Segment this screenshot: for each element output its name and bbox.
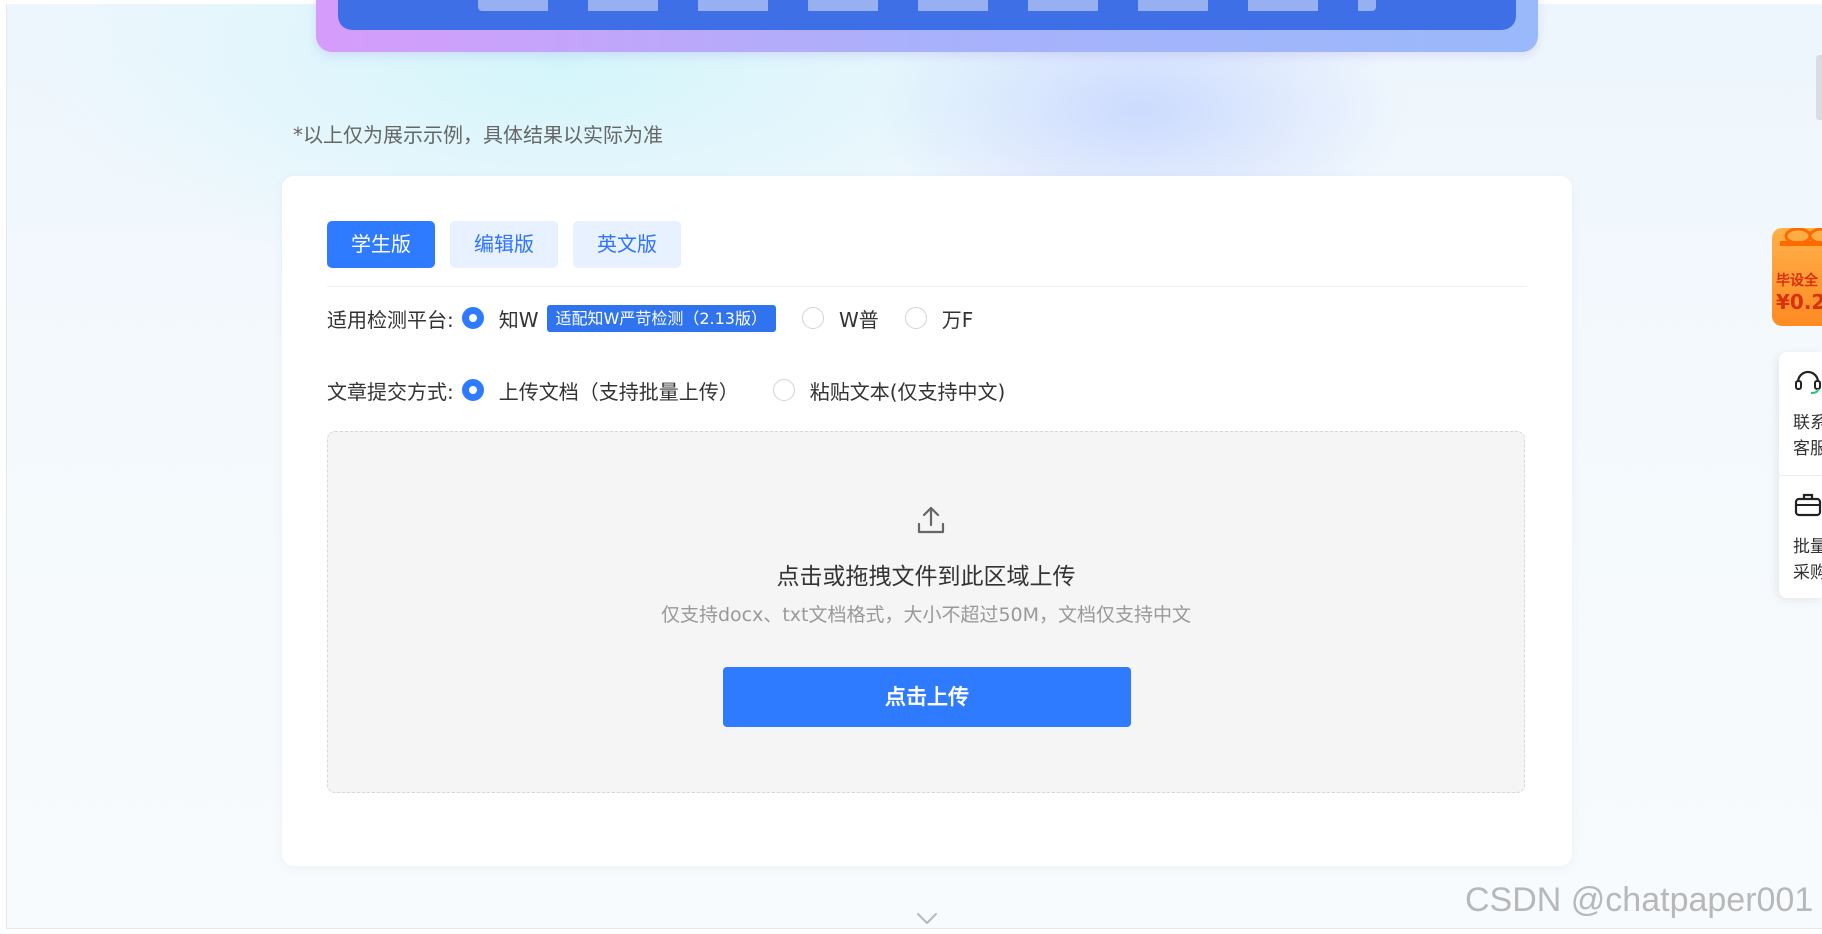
bulk-purchase-label: 批量 采购 [1793, 537, 1822, 583]
platform-option-zhiw[interactable]: 知W [461, 304, 539, 333]
tab-student[interactable]: 学生版 [327, 221, 435, 268]
platform-radio-wanf[interactable] [904, 307, 927, 329]
platform-option-label: 知W [498, 307, 539, 332]
platform-row: 适用检测平台: 知W 适配知W严苛检测（2.13版） W普 万F [327, 300, 999, 336]
method-option-label: 上传文档（支持批量上传） [498, 379, 739, 404]
upload-dropzone[interactable]: 点击或拖拽文件到此区域上传 仅支持docx、txt文档格式，大小不超过50M，文… [327, 431, 1525, 793]
csdn-watermark: CSDN @chatpaper001 [1465, 881, 1814, 919]
platform-badge: 适配知W严苛检测（2.13版） [546, 304, 776, 332]
upload-hint: 仅支持docx、txt文档格式，大小不超过50M，文档仅支持中文 [660, 604, 1192, 626]
submit-method-row: 文章提交方式: 上传文档（支持批量上传） 粘贴文本(仅支持中文) [327, 372, 1031, 408]
upload-icon [917, 506, 945, 534]
scrollbar-thumb[interactable] [1816, 55, 1822, 120]
page-left-border [0, 0, 7, 933]
platform-radio-wpu[interactable] [801, 307, 824, 329]
bulk-purchase-button[interactable]: 批量 采购 [1779, 476, 1822, 598]
scroll-down-chevron-icon[interactable] [916, 912, 938, 926]
tab-editor[interactable]: 编辑版 [450, 221, 558, 268]
method-option-label: 粘贴文本(仅支持中文) [809, 379, 1006, 404]
floating-side-panel: 联系 客服 批量 采购 [1779, 352, 1822, 598]
platform-option-label: 万F [941, 307, 974, 332]
method-option-upload[interactable]: 上传文档（支持批量上传） [461, 376, 739, 405]
disclaimer-text: *以上仅为展示示例，具体结果以实际为准 [293, 123, 663, 147]
submit-method-label: 文章提交方式: [327, 379, 454, 404]
banner-text-fragment [478, 0, 1376, 11]
tabs-divider [327, 286, 1527, 287]
promo-price: ¥0.2 [1776, 290, 1822, 314]
promo-gift-widget[interactable]: 毕设全 ¥0.2 [1772, 228, 1822, 326]
headset-icon [1795, 370, 1821, 394]
tab-english[interactable]: 英文版 [573, 221, 681, 268]
banner-inner [338, 0, 1516, 30]
upload-button[interactable]: 点击上传 [723, 667, 1131, 727]
promo-text-line1: 毕设全 [1776, 273, 1818, 289]
top-banner [316, 0, 1538, 52]
contact-service-label: 联系 客服 [1793, 413, 1822, 459]
gift-bow-icon [1780, 228, 1822, 246]
platform-option-wanf[interactable]: 万F [904, 304, 974, 333]
contact-service-button[interactable]: 联系 客服 [1779, 352, 1822, 475]
method-radio-paste[interactable] [772, 379, 795, 401]
upload-title: 点击或拖拽文件到此区域上传 [776, 564, 1076, 590]
platform-option-label: W普 [838, 307, 879, 332]
briefcase-icon [1794, 493, 1822, 517]
platform-option-wpu[interactable]: W普 [801, 304, 879, 333]
version-tabs: 学生版 编辑版 英文版 [327, 221, 681, 268]
platform-radio-zhiw[interactable] [461, 307, 484, 329]
method-radio-upload[interactable] [461, 379, 484, 401]
page-bottom-edge [6, 928, 1822, 934]
platform-label: 适用检测平台: [327, 307, 454, 332]
detection-form-card: 学生版 编辑版 英文版 适用检测平台: 知W 适配知W严苛检测（2.13版） W… [282, 176, 1572, 866]
method-option-paste[interactable]: 粘贴文本(仅支持中文) [772, 376, 1006, 405]
